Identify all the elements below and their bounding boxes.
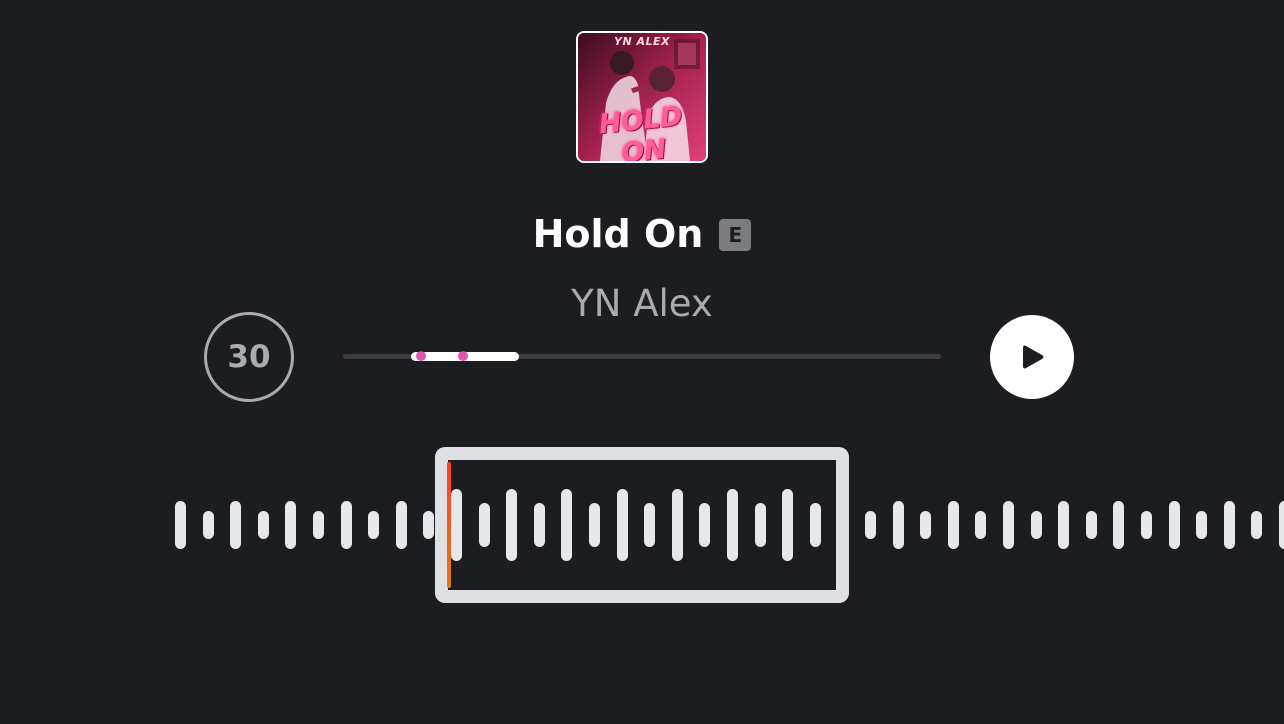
play-button[interactable] bbox=[990, 315, 1074, 399]
song-title: Hold On bbox=[532, 212, 704, 256]
waveform-bar bbox=[423, 511, 435, 539]
waveform-bar bbox=[1085, 511, 1097, 539]
waveform-bar bbox=[313, 511, 324, 539]
waveform-bar bbox=[395, 501, 407, 549]
waveform-bar bbox=[1196, 511, 1208, 539]
waveform-bar bbox=[175, 501, 186, 549]
album-art-brand: YN ALEX bbox=[613, 35, 671, 48]
waveform-bar bbox=[1058, 501, 1070, 549]
progress-marker bbox=[415, 351, 426, 361]
waveform-bar bbox=[975, 511, 987, 539]
waveform-bar bbox=[285, 501, 297, 549]
waveform-bar bbox=[1223, 501, 1235, 549]
waveform-bar bbox=[1003, 501, 1014, 549]
waveform-bar bbox=[1168, 501, 1180, 549]
waveform-bar bbox=[1251, 511, 1263, 539]
waveform-bar bbox=[230, 501, 242, 549]
skip-30-label: 30 bbox=[227, 339, 271, 375]
waveform-bar bbox=[865, 511, 876, 539]
progress-marker bbox=[457, 351, 468, 361]
song-title-row: Hold On E bbox=[0, 210, 1284, 258]
waveform-bar bbox=[920, 511, 932, 539]
waveform-bar bbox=[1279, 501, 1284, 549]
waveform-bar bbox=[1113, 501, 1125, 549]
play-icon bbox=[1023, 345, 1044, 369]
waveform-bar bbox=[892, 501, 904, 549]
progress-bar[interactable] bbox=[343, 351, 941, 361]
explicit-badge: E bbox=[719, 219, 752, 251]
album-art: YN ALEX HOLD ON bbox=[576, 31, 708, 163]
waveform-bar bbox=[368, 511, 380, 539]
waveform-bar bbox=[947, 501, 959, 549]
waveform-bar bbox=[340, 501, 352, 549]
clip-selection-window[interactable] bbox=[435, 447, 849, 603]
waveform-bar bbox=[202, 511, 214, 539]
artist-name[interactable]: YN Alex bbox=[0, 282, 1284, 325]
waveform-bar bbox=[1141, 511, 1152, 539]
playhead bbox=[447, 462, 451, 588]
waveform-bar bbox=[257, 511, 269, 539]
waveform-bar bbox=[1030, 511, 1042, 539]
skip-30-button[interactable]: 30 bbox=[204, 312, 294, 402]
